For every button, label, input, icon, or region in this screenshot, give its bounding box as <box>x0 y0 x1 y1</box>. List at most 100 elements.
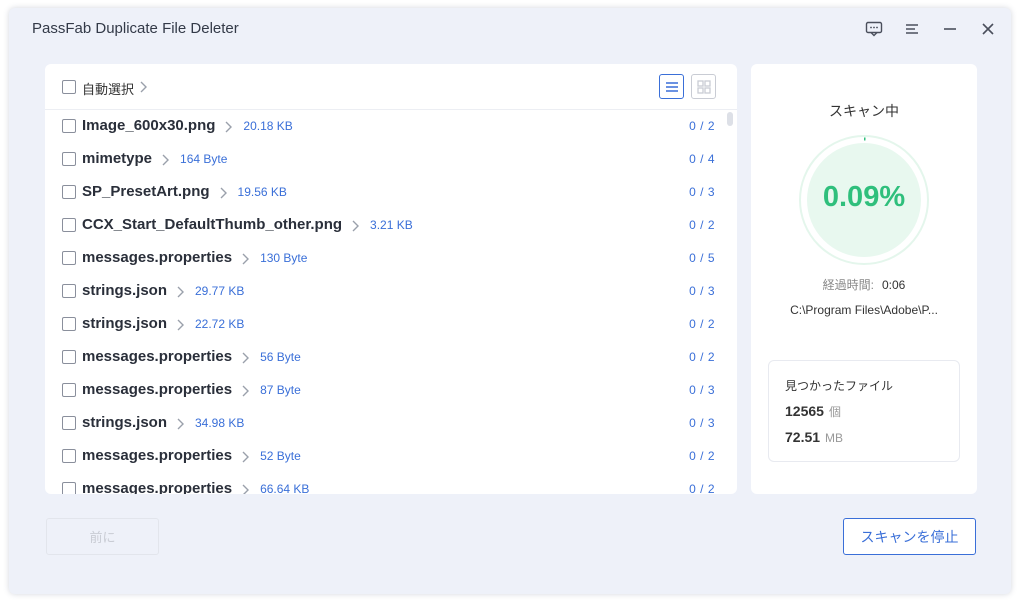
chevron-right-icon[interactable] <box>240 385 250 397</box>
file-row-checkbox[interactable] <box>62 119 76 133</box>
duplicate-count: 0 / 3 <box>689 284 715 298</box>
file-name: messages.properties <box>82 480 233 494</box>
chevron-right-icon[interactable] <box>350 220 360 232</box>
close-icon <box>982 23 994 35</box>
file-row[interactable]: strings.json 34.98 KB 0 / 3 <box>45 407 737 440</box>
app-title: PassFab Duplicate File Deleter <box>32 20 239 37</box>
file-name: messages.properties <box>82 381 233 398</box>
file-name: messages.properties <box>82 249 233 266</box>
duplicate-count: 0 / 2 <box>689 350 715 364</box>
duplicate-count: 0 / 3 <box>689 185 715 199</box>
file-size: 130 Byte <box>260 251 308 265</box>
file-row-checkbox[interactable] <box>62 152 76 166</box>
file-name: CCX_Start_DefaultThumb_other.png <box>82 216 343 233</box>
file-row[interactable]: mimetype 164 Byte 0 / 4 <box>45 143 737 176</box>
file-name: strings.json <box>82 315 168 332</box>
auto-select-label: 自動選択 <box>82 82 135 97</box>
chevron-right-icon[interactable] <box>218 187 228 199</box>
duplicate-count: 0 / 2 <box>689 218 715 232</box>
file-row-checkbox[interactable] <box>62 482 76 494</box>
scan-status-title: スキャン中 <box>829 103 899 119</box>
file-row-checkbox[interactable] <box>62 185 76 199</box>
file-size: 20.18 KB <box>243 119 293 133</box>
minimize-button[interactable] <box>939 18 961 40</box>
file-row[interactable]: strings.json 29.77 KB 0 / 3 <box>45 275 737 308</box>
chevron-right-icon[interactable] <box>138 81 148 93</box>
app-window: PassFab Duplicate File Deleter 自動選択 Imag… <box>9 8 1011 594</box>
file-size: 56 Byte <box>260 350 301 364</box>
file-row[interactable]: messages.properties 52 Byte 0 / 2 <box>45 440 737 473</box>
file-size: 19.56 KB <box>237 185 287 199</box>
close-button[interactable] <box>977 18 999 40</box>
file-row-checkbox[interactable] <box>62 251 76 265</box>
duplicate-file-list-panel: 自動選択 Image_600x30.png 20.18 KB 0 / 2 mim… <box>45 64 737 494</box>
file-row[interactable]: strings.json 22.72 KB 0 / 2 <box>45 308 737 341</box>
list-view-icon <box>665 81 678 92</box>
chevron-right-icon[interactable] <box>175 319 185 331</box>
chevron-right-icon[interactable] <box>175 418 185 430</box>
file-name: strings.json <box>82 414 168 431</box>
file-size: 52 Byte <box>260 449 301 463</box>
chevron-right-icon[interactable] <box>175 286 185 298</box>
file-row[interactable]: messages.properties 130 Byte 0 / 5 <box>45 242 737 275</box>
found-count-unit: 個 <box>828 405 841 419</box>
duplicate-count: 0 / 2 <box>689 119 715 133</box>
found-size-value: 72.51 <box>785 429 821 445</box>
stop-scan-button[interactable]: スキャンを停止 <box>843 518 976 555</box>
chevron-right-icon[interactable] <box>240 352 250 364</box>
found-size-unit: MB <box>825 431 844 445</box>
minimize-icon <box>944 28 956 30</box>
list-scrollbar[interactable] <box>727 112 733 126</box>
duplicate-count: 0 / 5 <box>689 251 715 265</box>
file-name: messages.properties <box>82 348 233 365</box>
file-row[interactable]: messages.properties 66.64 KB 0 / 2 <box>45 473 737 494</box>
feedback-button[interactable] <box>863 18 885 40</box>
file-row-checkbox[interactable] <box>62 449 76 463</box>
file-size: 164 Byte <box>180 152 228 166</box>
file-row[interactable]: Image_600x30.png 20.18 KB 0 / 2 <box>45 110 737 143</box>
duplicate-count: 0 / 3 <box>689 383 715 397</box>
chevron-right-icon[interactable] <box>223 121 233 133</box>
file-size: 22.72 KB <box>195 317 245 331</box>
auto-select-checkbox[interactable] <box>62 80 76 94</box>
file-row[interactable]: messages.properties 87 Byte 0 / 3 <box>45 374 737 407</box>
chevron-right-icon[interactable] <box>240 253 250 265</box>
chevron-right-icon[interactable] <box>240 451 250 463</box>
file-row-checkbox[interactable] <box>62 416 76 430</box>
file-size: 66.64 KB <box>260 482 310 494</box>
menu-button[interactable] <box>901 18 923 40</box>
title-bar: PassFab Duplicate File Deleter <box>9 8 1011 48</box>
file-row-checkbox[interactable] <box>62 317 76 331</box>
file-name: strings.json <box>82 282 168 299</box>
grid-view-icon <box>696 79 711 94</box>
elapsed-time: 経過時間: 0:06 <box>751 276 977 293</box>
scan-status-panel: スキャン中 0.09% 経過時間: 0:06 C:\Program Files\A… <box>751 64 977 494</box>
found-files-size: 72.51 MB <box>785 429 843 445</box>
file-row-checkbox[interactable] <box>62 350 76 364</box>
duplicate-count: 0 / 2 <box>689 482 715 494</box>
found-files-count: 12565 個 <box>785 403 841 420</box>
file-row[interactable]: messages.properties 56 Byte 0 / 2 <box>45 341 737 374</box>
progress-percent: 0.09% <box>822 181 906 213</box>
feedback-icon <box>865 21 883 37</box>
file-size: 29.77 KB <box>195 284 245 298</box>
file-name: Image_600x30.png <box>82 117 216 134</box>
file-row-checkbox[interactable] <box>62 383 76 397</box>
list-view-button[interactable] <box>659 74 684 99</box>
found-files-summary: 見つかったファイル 12565 個 72.51 MB <box>768 360 960 462</box>
duplicate-count: 0 / 2 <box>689 449 715 463</box>
file-size: 3.21 KB <box>370 218 413 232</box>
file-size: 34.98 KB <box>195 416 245 430</box>
list-header: 自動選択 <box>45 64 737 110</box>
previous-button[interactable]: 前に <box>46 518 159 555</box>
file-row-checkbox[interactable] <box>62 284 76 298</box>
menu-icon <box>906 24 918 34</box>
file-row-checkbox[interactable] <box>62 218 76 232</box>
grid-view-button[interactable] <box>691 74 716 99</box>
duplicate-count: 0 / 4 <box>689 152 715 166</box>
chevron-right-icon[interactable] <box>160 154 170 166</box>
chevron-right-icon[interactable] <box>240 484 250 494</box>
file-row[interactable]: CCX_Start_DefaultThumb_other.png 3.21 KB 0… <box>45 209 737 242</box>
file-row[interactable]: SP_PresetArt.png 19.56 KB 0 / 3 <box>45 176 737 209</box>
file-name: SP_PresetArt.png <box>82 183 210 200</box>
